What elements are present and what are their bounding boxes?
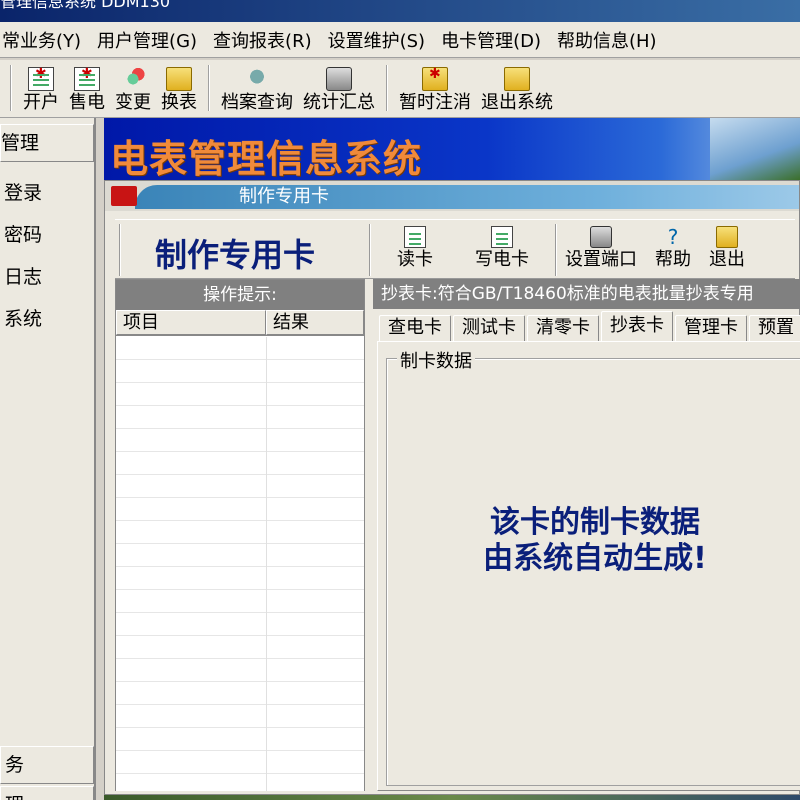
card-type-tabs: 查电卡 测试卡 清零卡 抄表卡 管理卡 预置 (373, 311, 800, 341)
menu-daily-business[interactable]: 常业务(Y) (0, 27, 89, 53)
card-type-panel: 抄表卡:符合GB/T18460标准的电表批量抄表专用 查电卡 测试卡 清零卡 抄… (373, 279, 800, 791)
sidebar: 管理 登录 密码 日志 系统 务 理 (0, 118, 96, 800)
menu-settings-maintenance[interactable]: 设置维护(S) (320, 27, 433, 53)
change-button[interactable]: 变更 (110, 67, 156, 117)
archive-query-button[interactable]: 档案查询 (216, 67, 298, 117)
help-button[interactable]: ? 帮助 (655, 226, 691, 270)
open-account-button[interactable]: 开户 (18, 66, 64, 117)
open-account-label: 开户 (23, 92, 59, 113)
window-titlebar[interactable]: 管理信息系统 DDM130 (0, 0, 800, 22)
port-icon (590, 226, 612, 248)
read-card-label: 读卡 (397, 249, 433, 270)
column-header-item[interactable]: 项目 (116, 310, 266, 335)
hints-list[interactable] (116, 337, 364, 791)
message-line-1: 该卡的制卡数据 (490, 505, 700, 540)
set-port-label: 设置端口 (565, 249, 637, 270)
write-card-button[interactable]: 写电卡 (475, 226, 529, 270)
sidebar-section-manage-label: 理 (1, 794, 24, 800)
archive-query-label: 档案查询 (221, 92, 293, 113)
sidebar-header[interactable]: 管理 (0, 124, 94, 162)
operation-hints-panel: 操作提示: 项目 结果 (115, 279, 365, 791)
sidebar-section-business-label: 务 (5, 754, 25, 776)
sidebar-section-manage[interactable]: 理 (0, 786, 94, 800)
window-title: 管理信息系统 DDM130 (0, 0, 171, 11)
replace-meter-label: 换表 (161, 92, 197, 113)
tab-preset-card[interactable]: 预置 (749, 315, 800, 341)
folder-icon (166, 67, 192, 91)
temporary-logout-button[interactable]: 暂时注消 (394, 66, 476, 117)
sidebar-item-system[interactable]: 系统 (4, 304, 98, 331)
temporary-logout-label: 暂时注消 (399, 92, 471, 113)
exit-label: 退出 (709, 249, 745, 270)
sell-electricity-label: 售电 (69, 92, 105, 113)
tab-page: 制卡数据 该卡的制卡数据 由系统自动生成! (377, 341, 800, 791)
write-card-icon (491, 226, 513, 248)
hints-column-headers: 项目 结果 (116, 310, 364, 336)
help-label: 帮助 (655, 249, 691, 270)
set-port-button[interactable]: 设置端口 (565, 226, 637, 270)
statistics-label: 统计汇总 (303, 92, 375, 113)
form-heading: 制作专用卡 (155, 236, 316, 274)
card-data-group: 制卡数据 该卡的制卡数据 由系统自动生成! (386, 347, 800, 786)
write-card-label: 写电卡 (475, 249, 529, 270)
read-card-button[interactable]: 读卡 (397, 226, 433, 270)
sidebar-section-business[interactable]: 务 (0, 746, 94, 784)
replace-meter-button[interactable]: 换表 (156, 67, 202, 117)
banner-title: 电表管理信息系统 (110, 137, 423, 180)
help-cursor-icon: ? (667, 225, 679, 249)
printer-icon (326, 67, 352, 91)
form-separator (369, 224, 371, 276)
menu-user-management[interactable]: 用户管理(G) (89, 27, 205, 53)
child-titlebar[interactable]: 制作专用卡 (105, 181, 799, 211)
exit-folder-icon (716, 226, 738, 248)
form-toolbar: 制作专用卡 读卡 写电卡 设置端口 ? 帮助 退出 (115, 219, 795, 279)
change-arrows-icon (120, 67, 146, 91)
menu-card-management[interactable]: 电卡管理(D) (433, 27, 549, 53)
toolbar-separator (386, 65, 388, 111)
statistics-button[interactable]: 统计汇总 (298, 67, 380, 117)
new-account-icon (28, 66, 54, 91)
sell-icon (74, 66, 100, 91)
menu-bar: 常业务(Y) 用户管理(G) 查询报表(R) 设置维护(S) 电卡管理(D) 帮… (0, 22, 800, 58)
message-line-2: 由系统自动生成! (483, 541, 707, 576)
tab-meter-reading-card[interactable]: 抄表卡 (601, 311, 673, 341)
toolbar-separator (10, 65, 12, 111)
main-toolbar: 开户 售电 变更 换表 档案查询 统计汇总 暂时注消 退出系统 (0, 60, 800, 118)
sidebar-item-log[interactable]: 日志 (4, 262, 98, 289)
exit-button[interactable]: 退出 (709, 226, 745, 270)
child-title-tab (135, 185, 799, 209)
sidebar-item-login[interactable]: 登录 (4, 178, 98, 205)
exit-system-label: 退出系统 (481, 92, 553, 113)
logout-folder-icon (422, 66, 448, 91)
tab-test-card[interactable]: 测试卡 (453, 315, 525, 341)
card-data-group-label: 制卡数据 (397, 347, 475, 373)
auto-generated-message: 该卡的制卡数据 由系统自动生成! (387, 505, 800, 577)
sidebar-item-password[interactable]: 密码 (4, 220, 98, 247)
app-logo-icon (111, 186, 137, 206)
app-banner: 电表管理信息系统 (104, 118, 800, 180)
background-strip (104, 795, 800, 800)
banner-sky-image (710, 118, 800, 180)
menu-query-reports[interactable]: 查询报表(R) (205, 27, 320, 53)
exit-folder-icon (504, 67, 530, 91)
form-separator (119, 224, 121, 276)
tab-check-card[interactable]: 查电卡 (379, 315, 451, 341)
exit-system-button[interactable]: 退出系统 (476, 67, 558, 117)
column-header-result[interactable]: 结果 (266, 310, 364, 335)
make-card-window: 制作专用卡 制作专用卡 读卡 写电卡 设置端口 ? 帮助 退出 操作提示: 项目… (104, 180, 800, 795)
form-separator (555, 224, 557, 276)
child-window-title: 制作专用卡 (239, 186, 329, 207)
sell-electricity-button[interactable]: 售电 (64, 66, 110, 117)
menu-help-info[interactable]: 帮助信息(H) (549, 27, 665, 53)
toolbar-separator (208, 65, 210, 111)
sidebar-header-label: 管理 (1, 132, 40, 154)
card-description: 抄表卡:符合GB/T18460标准的电表批量抄表专用 (373, 279, 800, 309)
change-label: 变更 (115, 92, 151, 113)
hints-header: 操作提示: (116, 280, 364, 310)
read-card-icon (404, 226, 426, 248)
tab-clear-card[interactable]: 清零卡 (527, 315, 599, 341)
search-key-icon (244, 67, 270, 91)
tab-admin-card[interactable]: 管理卡 (675, 315, 747, 341)
